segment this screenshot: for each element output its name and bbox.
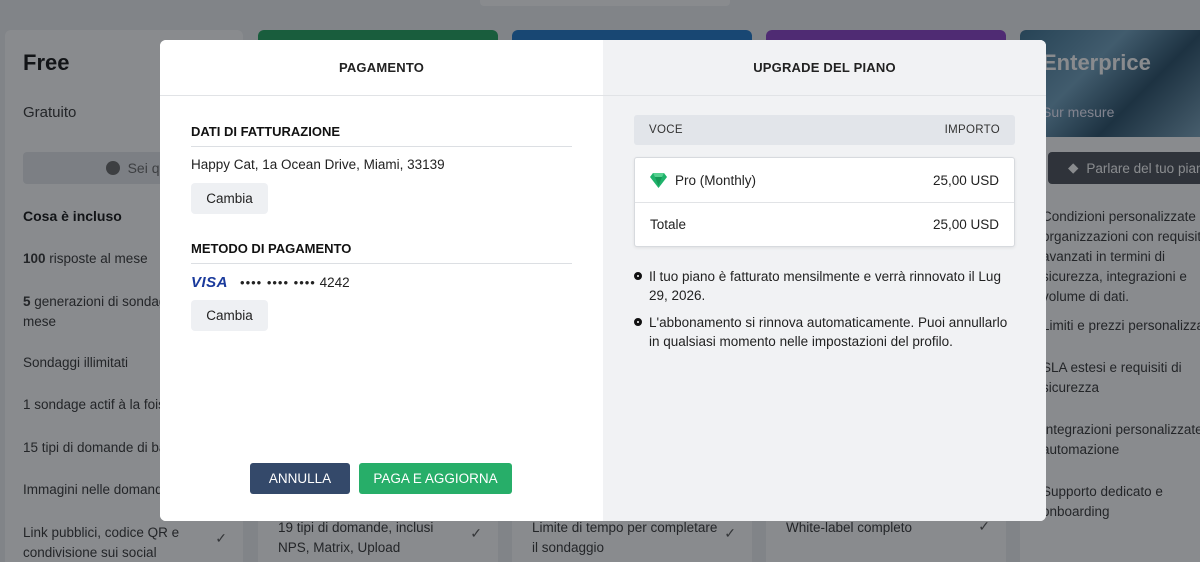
table-header: VOCE IMPORTO — [634, 115, 1015, 145]
cancel-button[interactable]: ANNULLA — [250, 463, 350, 494]
total-label: Totale — [650, 217, 687, 232]
bullet-icon — [634, 272, 642, 280]
table-row: Totale 25,00 USD — [635, 202, 1014, 246]
list-item: Il tuo piano è fatturato mensilmente e v… — [634, 267, 1015, 305]
bullet-icon — [634, 318, 642, 326]
list-item: L'abbonamento si rinnova automaticamente… — [634, 313, 1015, 351]
billing-section-title: DATI DI FATTURAZIONE — [191, 124, 572, 147]
upgrade-modal: PAGAMENTO DATI DI FATTURAZIONE Happy Cat… — [160, 40, 1046, 521]
change-billing-button[interactable]: Cambia — [191, 183, 268, 214]
visa-logo: VISA — [191, 274, 229, 291]
column-amount: IMPORTO — [944, 124, 1000, 136]
total-amount: 25,00 USD — [932, 217, 999, 232]
order-table: Pro (Monthly) 25,00 USD Totale 25,00 USD — [634, 157, 1015, 247]
payment-title: PAGAMENTO — [160, 40, 603, 96]
pay-and-upgrade-button[interactable]: PAGA E AGGIORNA — [359, 463, 512, 494]
upgrade-title: UPGRADE DEL PIANO — [603, 40, 1046, 96]
payment-method-title: METODO DI PAGAMENTO — [191, 241, 572, 264]
column-item: VOCE — [649, 124, 683, 136]
change-payment-button[interactable]: Cambia — [191, 300, 268, 331]
billing-notes: Il tuo piano è fatturato mensilmente e v… — [634, 267, 1015, 359]
table-row: Pro (Monthly) 25,00 USD — [635, 158, 1014, 202]
card-info: VISA •••• •••• •••• 4242 — [191, 274, 350, 291]
plan-name: Pro (Monthly) — [675, 172, 757, 188]
upgrade-pane: UPGRADE DEL PIANO VOCE IMPORTO Pro (Mont… — [603, 40, 1046, 521]
payment-pane: PAGAMENTO DATI DI FATTURAZIONE Happy Cat… — [160, 40, 603, 521]
plan-amount: 25,00 USD — [932, 172, 999, 188]
billing-address: Happy Cat, 1a Ocean Drive, Miami, 33139 — [191, 157, 445, 172]
diamond-icon — [650, 172, 667, 188]
card-mask: •••• •••• •••• — [240, 275, 316, 290]
card-last4: 4242 — [319, 275, 350, 290]
